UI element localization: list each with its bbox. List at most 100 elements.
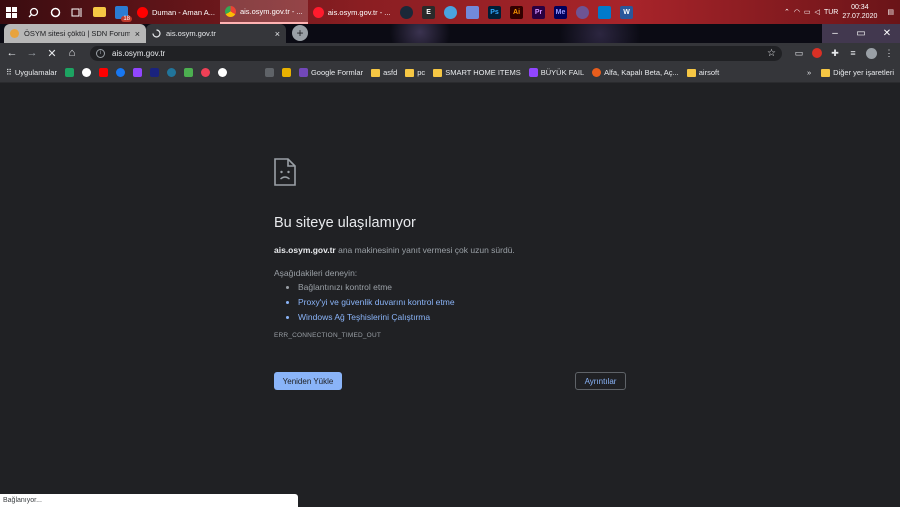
folder-icon — [371, 68, 381, 77]
bookmark-youtube-icon[interactable] — [97, 68, 110, 77]
notification-icon[interactable]: ▤ — [887, 8, 894, 16]
tab-ais-osym[interactable]: ais.osym.gov.tr × — [146, 24, 286, 43]
tab-strip: ÖSYM sitesi çöktü | SDN Forum × ais.osym… — [0, 24, 900, 43]
task-view-icon[interactable] — [66, 0, 88, 24]
bookmark-folder-airsoft[interactable]: airsoft — [685, 68, 721, 77]
folder-icon — [433, 68, 443, 77]
taskbar-app-opera[interactable]: ais.osym.gov.tr - ... — [308, 0, 396, 24]
close-icon[interactable]: × — [135, 29, 140, 39]
bookmark-label: airsoft — [698, 68, 720, 77]
bookmark-folder-asfd[interactable]: asfd — [369, 68, 399, 77]
bookmark-other-folder[interactable]: Diğer yer işaretleri — [819, 68, 896, 77]
bookmark-apps[interactable]: ⠿ Uygulamalar — [4, 68, 59, 77]
extensions-puzzle-icon[interactable]: ✚ — [828, 46, 842, 60]
epic-games-icon[interactable]: E — [418, 0, 440, 24]
try-label: Aşağıdakileri deneyin: — [274, 268, 358, 278]
photoshop-icon[interactable]: Ps — [484, 0, 506, 24]
suggestion-run-diagnostics-link[interactable]: Windows Ağ Teşhislerini Çalıştırma — [298, 312, 634, 322]
page-content: Bu siteye ulaşılamıyor ais.osym.gov.tr a… — [0, 83, 900, 507]
media-encoder-icon[interactable]: Me — [550, 0, 572, 24]
steam-icon[interactable] — [396, 0, 418, 24]
bookmark-doc-icon[interactable] — [263, 68, 276, 77]
app-circle-icon[interactable] — [440, 0, 462, 24]
discord-icon[interactable] — [462, 0, 484, 24]
mail-badge: 18 — [121, 16, 132, 22]
tab-sdn-forum[interactable]: ÖSYM sitesi çöktü | SDN Forum × — [4, 24, 146, 43]
illustrator-icon[interactable]: Ai — [506, 0, 528, 24]
mail-icon[interactable]: 18 — [110, 0, 132, 24]
menu-kebab-icon[interactable]: ⋮ — [882, 46, 896, 60]
stop-loading-icon[interactable]: ✕ — [44, 45, 60, 61]
file-explorer-icon[interactable] — [88, 0, 110, 24]
bookmark-label: BÜYÜK FAIL — [540, 68, 585, 77]
tab-title: ÖSYM sitesi çöktü | SDN Forum — [24, 29, 130, 38]
cortana-icon[interactable] — [44, 0, 66, 24]
profile-avatar-icon[interactable] — [864, 46, 878, 60]
folder-icon — [405, 68, 415, 77]
taskbar-app-youtube[interactable]: Duman - Aman A... — [132, 0, 220, 24]
bookmark-label: pc — [417, 68, 426, 77]
system-tray: ⌃ ◠ ▭ ◁ TUR 00:34 27.07.2020 ▤ — [784, 0, 900, 24]
extension-adblock-icon[interactable] — [810, 46, 824, 60]
bookmark-twitch-icon[interactable] — [131, 68, 144, 77]
bookmark-alfa-beta[interactable]: Alfa, Kapalı Beta, Aç... — [590, 68, 681, 77]
bookmark-google-icon[interactable] — [80, 68, 93, 77]
close-window-button[interactable]: ✕ — [874, 24, 900, 43]
bookmark-pocket-icon[interactable] — [199, 68, 212, 77]
bookmark-folder-smart-home[interactable]: SMART HOME ITEMS — [431, 68, 523, 77]
reading-list-icon[interactable]: ≡ — [846, 46, 860, 60]
bookmark-label: Uygulamalar — [14, 68, 57, 77]
details-button[interactable]: Ayrıntılar — [575, 372, 626, 390]
word-icon[interactable]: W — [616, 0, 638, 24]
error-description-text: ana makinesinin yanıt vermesi çok uzun s… — [335, 245, 515, 255]
bookmark-blue-icon[interactable] — [148, 68, 161, 77]
bookmarks-overflow-button[interactable]: » — [807, 68, 811, 77]
taskbar-app-chrome[interactable]: ais.osym.gov.tr - ... — [219, 0, 308, 24]
browser-toolbar: ← → ✕ ⌂ i ais.osym.gov.tr ☆ ▭ ✚ ≡ ⋮ — [0, 43, 900, 63]
vscode-icon[interactable] — [594, 0, 616, 24]
new-tab-button[interactable]: + — [292, 25, 308, 41]
bookmark-doc2-icon[interactable] — [280, 68, 293, 77]
info-icon[interactable]: i — [96, 48, 105, 58]
clock-date: 27.07.2020 — [842, 13, 878, 20]
back-arrow-icon[interactable]: ← — [4, 45, 20, 61]
windows-start-icon[interactable] — [0, 0, 22, 24]
bookmark-folder-pc[interactable]: pc — [403, 68, 427, 77]
github-icon[interactable] — [572, 0, 594, 24]
forward-arrow-icon[interactable]: → — [24, 45, 40, 61]
chevron-up-icon[interactable]: ⌃ — [784, 8, 790, 16]
taskbar-clock[interactable]: 00:34 27.07.2020 — [842, 3, 877, 21]
extension-cast-icon[interactable]: ▭ — [792, 46, 806, 60]
windows-taskbar: 18 Duman - Aman A... ais.osym.gov.tr - .… — [0, 0, 900, 24]
google-forms-icon — [298, 68, 308, 77]
volume-icon[interactable]: ◁ — [815, 8, 820, 16]
clock-time: 00:34 — [851, 4, 869, 11]
home-icon[interactable]: ⌂ — [64, 45, 80, 61]
wifi-icon[interactable]: ◠ — [794, 8, 800, 16]
bookmark-green-icon[interactable] — [182, 68, 195, 77]
bookmark-label: SMART HOME ITEMS — [445, 68, 521, 77]
bookmark-star-icon[interactable]: ☆ — [767, 48, 776, 59]
folder-icon — [821, 68, 831, 77]
bookmark-icon-1[interactable] — [63, 68, 76, 77]
bookmark-google-formlar[interactable]: Google Formlar — [297, 68, 365, 77]
close-icon[interactable]: × — [275, 29, 280, 39]
bookmark-buyuk-fail[interactable]: BÜYÜK FAIL — [527, 68, 586, 77]
input-language[interactable]: TUR — [824, 9, 838, 16]
bookmark-wordpress-icon[interactable] — [165, 68, 178, 77]
maximize-button[interactable]: ▭ — [848, 24, 874, 43]
address-url[interactable]: ais.osym.gov.tr — [112, 49, 165, 58]
suggestion-check-proxy-link[interactable]: Proxy'yi ve güvenlik duvarını kontrol et… — [298, 297, 634, 307]
address-bar[interactable]: i ais.osym.gov.tr ☆ — [90, 45, 782, 61]
bookmark-facebook-icon[interactable] — [114, 68, 127, 77]
bookmark-github-icon[interactable] — [216, 68, 229, 77]
search-icon[interactable] — [22, 0, 44, 24]
reload-button[interactable]: Yeniden Yükle — [274, 372, 342, 390]
minimize-button[interactable]: – — [822, 24, 848, 43]
suggestion-check-connection: Bağlantınızı kontrol etme — [298, 282, 634, 292]
opera-icon — [312, 6, 324, 18]
chrome-icon — [224, 5, 236, 17]
battery-icon[interactable]: ▭ — [804, 8, 811, 16]
premiere-icon[interactable]: Pr — [528, 0, 550, 24]
sad-page-icon — [274, 158, 296, 186]
